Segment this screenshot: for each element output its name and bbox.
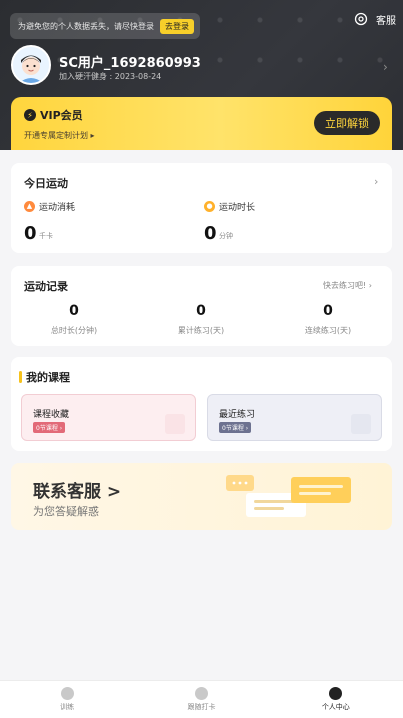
join-date: 加入硬汗健身 : 2023-08-24 xyxy=(59,72,162,81)
records-title: 运动记录 xyxy=(24,280,68,293)
profile-icon xyxy=(329,687,343,700)
avatar[interactable] xyxy=(11,45,51,85)
duration-label-text: 运动时长 xyxy=(219,203,256,213)
tab-training[interactable]: 训练 xyxy=(0,681,134,718)
flame-icon: ▲ xyxy=(24,201,35,212)
records-hint[interactable]: 快去练习吧! › xyxy=(323,280,372,291)
favorite-courses-count-text: 0节课程 xyxy=(36,425,58,432)
vip-subtitle-label: 开通专属定制计划 xyxy=(24,131,88,140)
duration-value: 0 xyxy=(204,223,217,244)
recent-practice-count: 0节课程 › xyxy=(219,422,252,433)
tab-profile-label: 个人中心 xyxy=(321,703,350,711)
courses-title: 我的课程 xyxy=(26,371,70,384)
contact-service-title: 联系客服 > xyxy=(33,482,122,502)
exercise-records-card[interactable]: 运动记录 快去练习吧! › 0 总时长(分钟) 0 累计练习(天) 0 连续练习… xyxy=(11,266,392,346)
vip-title-label: VIP会员 xyxy=(40,109,83,122)
total-days-value: 0 xyxy=(196,303,206,319)
profile-header: 为避免您的个人数据丢失，请尽快登录 去登录 客服 SC用户_1692860993… xyxy=(0,0,403,150)
chevron-right-icon: › xyxy=(245,425,249,432)
chat-bubbles-icon xyxy=(226,475,351,517)
contact-service-card[interactable]: 联系客服 > 为您答疑解惑 xyxy=(11,463,392,530)
username[interactable]: SC用户_1692860993 xyxy=(59,52,201,71)
login-button[interactable]: 去登录 xyxy=(160,18,194,34)
caret-right-icon: ▸ xyxy=(88,131,95,140)
unlock-button[interactable]: 立即解锁 xyxy=(314,111,380,135)
login-notice[interactable]: 为避免您的个人数据丢失，请尽快登录 去登录 xyxy=(10,13,200,39)
today-title: 今日运动 xyxy=(24,177,68,190)
calories-value: 0 xyxy=(24,223,37,244)
vip-subtitle[interactable]: 开通专属定制计划 ▸ xyxy=(24,130,95,141)
today-exercise-card[interactable]: 今日运动 › ▲ 运动消耗 0 千卡 ● 运动时长 0 分钟 xyxy=(11,163,392,253)
bookmark-icon xyxy=(165,414,185,434)
chevron-right-icon: › xyxy=(368,281,372,290)
calories-unit: 千卡 xyxy=(39,232,53,240)
recent-practice-count-text: 0节课程 xyxy=(222,425,244,432)
streak-days-value: 0 xyxy=(323,303,333,319)
settings-icon[interactable] xyxy=(354,12,368,26)
chevron-right-icon: › xyxy=(59,425,63,432)
section-accent-bar xyxy=(19,371,22,383)
checkin-icon xyxy=(194,687,208,700)
recent-practice-button[interactable]: 最近练习 0节课程 › xyxy=(207,394,382,441)
total-duration-label: 总时长(分钟) xyxy=(50,326,98,335)
favorite-courses-button[interactable]: 课程收藏 0节课程 › xyxy=(21,394,196,441)
total-duration-value: 0 xyxy=(69,303,79,319)
vip-banner[interactable]: ⚡ VIP会员 开通专属定制计划 ▸ 立即解锁 xyxy=(11,97,392,150)
vip-title: ⚡ VIP会员 xyxy=(24,107,83,123)
tab-checkin[interactable]: 跟随打卡 xyxy=(134,681,268,718)
favorite-courses-count: 0节课程 › xyxy=(33,422,66,433)
streak-days-label: 连续练习(天) xyxy=(304,326,352,335)
training-icon xyxy=(60,687,74,700)
chevron-right-icon[interactable]: › xyxy=(374,175,378,188)
recent-practice-label: 最近练习 xyxy=(219,410,256,420)
lightning-icon: ⚡ xyxy=(24,109,36,121)
tab-training-label: 训练 xyxy=(60,703,75,711)
duration-label: ● 运动时长 xyxy=(204,200,255,213)
chevron-right-icon[interactable]: › xyxy=(383,60,388,74)
calories-label: ▲ 运动消耗 xyxy=(24,200,75,213)
bottom-tab-bar: 训练 跟随打卡 个人中心 xyxy=(0,680,403,718)
calories-label-text: 运动消耗 xyxy=(39,203,76,213)
customer-service-link[interactable]: 客服 xyxy=(376,12,396,27)
tab-checkin-label: 跟随打卡 xyxy=(187,703,216,711)
total-days-label: 累计练习(天) xyxy=(177,326,225,335)
records-hint-text: 快去练习吧! xyxy=(323,281,367,290)
contact-service-subtitle: 为您答疑解惑 xyxy=(33,505,99,518)
tab-profile[interactable]: 个人中心 xyxy=(269,681,403,718)
my-courses-card: 我的课程 课程收藏 0节课程 › 最近练习 0节课程 › xyxy=(11,357,392,451)
duration-unit: 分钟 xyxy=(219,232,233,240)
history-icon xyxy=(351,414,371,434)
timer-icon: ● xyxy=(204,201,215,212)
login-notice-text: 为避免您的个人数据丢失，请尽快登录 xyxy=(18,21,154,31)
favorite-courses-label: 课程收藏 xyxy=(33,410,70,420)
avatar-icon xyxy=(13,47,49,83)
